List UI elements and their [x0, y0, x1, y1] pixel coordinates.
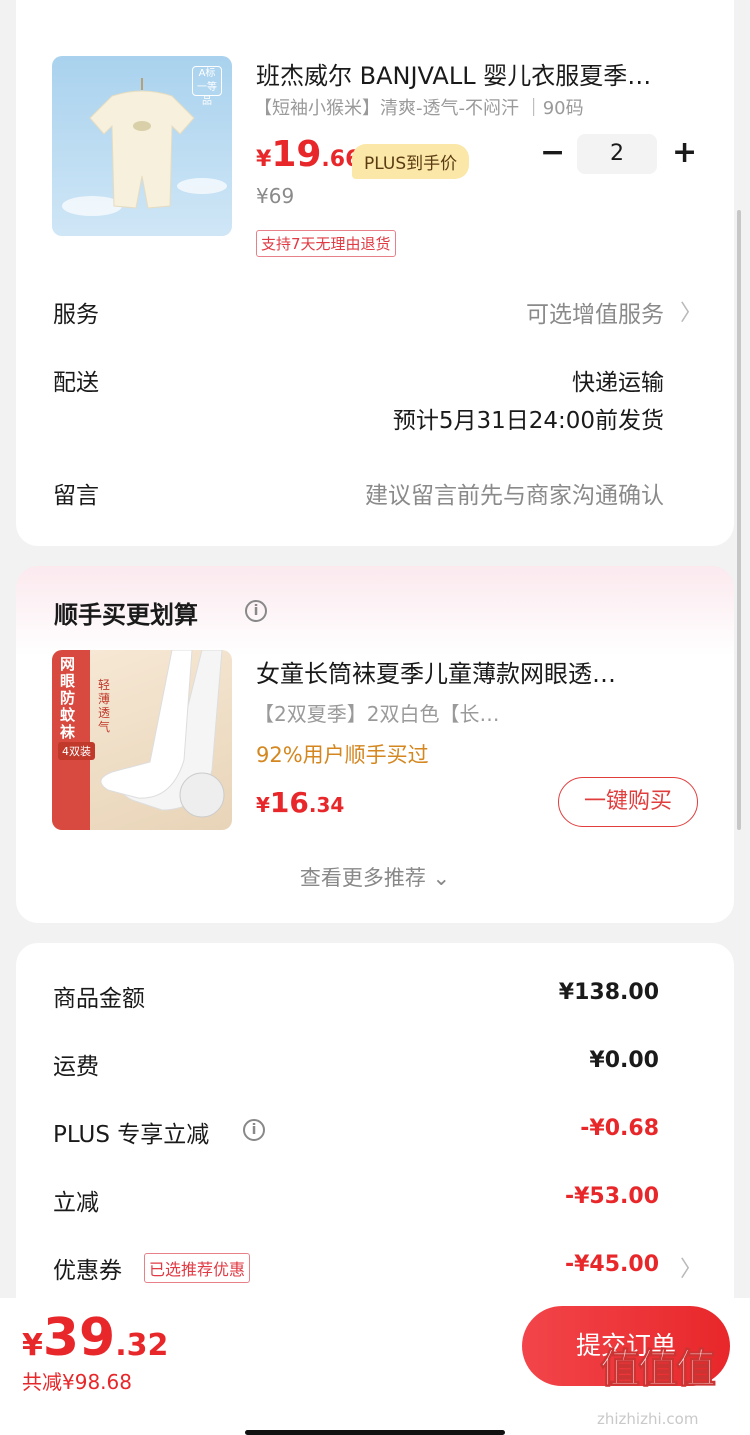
return-policy-badge: 支持7天无理由退货: [256, 230, 396, 257]
product-title[interactable]: 班杰威尔 BANJVALL 婴儿衣服夏季…: [256, 56, 696, 91]
product-price: ¥19.66: [256, 134, 361, 175]
goods-amount-value: ¥138.00: [558, 980, 659, 1005]
watermark-logo: 值值值: [600, 1346, 717, 1393]
plus-price-tag: PLUS到手价: [352, 144, 470, 179]
reco-thumbnail[interactable]: 网眼防蚊袜 轻薄透气 4双装: [52, 650, 232, 830]
quantity-plus-button[interactable]: +: [672, 138, 697, 168]
more-recommendations-link[interactable]: 查看更多推荐 ⌄: [16, 862, 734, 892]
coupon-selected-badge: 已选推荐优惠: [144, 1253, 251, 1283]
watermark-url: zhizhizhi.com: [597, 1410, 699, 1428]
reco-title[interactable]: 女童长筒袜夏季儿童薄款网眼透…: [256, 654, 696, 689]
service-label: 服务: [53, 302, 99, 328]
coupon-value[interactable]: -¥45.00: [565, 1252, 659, 1277]
coupon-label: 优惠券: [53, 1258, 122, 1284]
instant-discount-label: 立减: [53, 1190, 99, 1216]
product-thumbnail[interactable]: A标 一等品: [52, 56, 232, 236]
chevron-down-icon: ⌄: [432, 866, 451, 890]
message-label: 留言: [53, 483, 99, 509]
home-indicator[interactable]: [245, 1430, 505, 1435]
plus-discount-label: PLUS 专享立减: [53, 1122, 210, 1148]
message-input[interactable]: 建议留言前先与商家沟通确认: [365, 476, 664, 510]
scrollbar[interactable]: [737, 210, 741, 830]
original-price: ¥69: [256, 184, 295, 208]
reco-thumb-text-2: 轻薄透气: [98, 678, 111, 734]
delivery-eta: 预计5月31日24:00前发货: [392, 408, 664, 434]
checkout-bar: ¥39.32 共减¥98.68 提交订单 值值值 zhizhizhi.com: [0, 1298, 750, 1435]
quantity-minus-button[interactable]: −: [540, 138, 565, 168]
info-icon[interactable]: i: [245, 600, 267, 622]
one-click-buy-button[interactable]: 一键购买: [558, 777, 698, 827]
product-card: A标 一等品 班杰威尔 BANJVALL 婴儿衣服夏季… 【短袖小猴米】清爽-透气…: [16, 0, 734, 546]
coupon-chevron-icon[interactable]: 〉: [680, 1251, 702, 1283]
reco-spec[interactable]: 【2双夏季】2双白色【长…: [254, 698, 554, 727]
delivery-method[interactable]: 快递运输: [572, 363, 664, 397]
order-total: ¥39.32: [22, 1308, 169, 1368]
instant-discount-value: -¥53.00: [564, 1184, 659, 1209]
reco-social-proof: 92%用户顺手买过: [256, 743, 429, 767]
quality-badge: A标 一等品: [192, 66, 222, 107]
reco-thumb-text-3: 4双装: [58, 742, 95, 760]
price-summary-card: 商品金额 ¥138.00 运费 ¥0.00 PLUS 专享立减 i -¥0.68…: [16, 943, 734, 1343]
goods-amount-label: 商品金额: [53, 986, 145, 1012]
recommendation-title: 顺手买更划算: [54, 601, 198, 629]
total-saved: 共减¥98.68: [22, 1370, 132, 1394]
reco-price: ¥16.34: [256, 786, 345, 819]
delivery-label: 配送: [53, 370, 99, 396]
shipping-value: ¥0.00: [589, 1048, 659, 1073]
shipping-label: 运费: [53, 1054, 99, 1080]
recommendation-card: 顺手买更划算 i 网眼防蚊袜 轻薄透气 4双装 女童长筒袜夏季儿童薄款网眼透… …: [16, 566, 734, 923]
plus-discount-value: -¥0.68: [580, 1116, 659, 1141]
quantity-input[interactable]: 2: [577, 134, 657, 174]
service-value[interactable]: 可选增值服务: [526, 295, 664, 329]
reco-thumb-text-1: 网眼防蚊袜: [60, 655, 76, 741]
plus-discount-info-icon[interactable]: i: [243, 1119, 265, 1141]
product-spec[interactable]: 【短袖小猴米】清爽-透气-不闷汗 ｜90码: [254, 94, 634, 120]
service-chevron-icon[interactable]: 〉: [680, 295, 702, 327]
